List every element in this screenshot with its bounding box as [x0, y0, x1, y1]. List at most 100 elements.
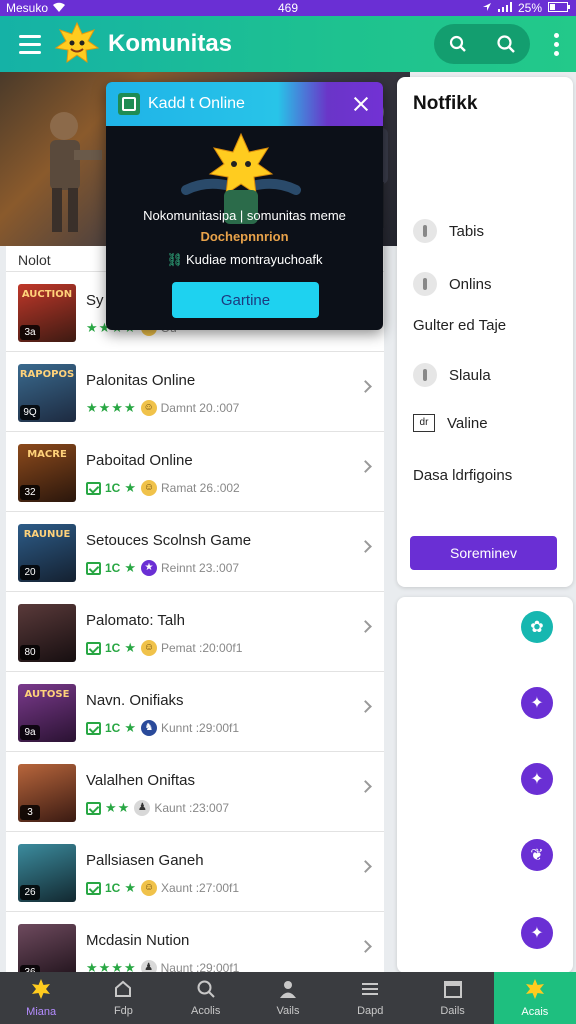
- game-title: Palonitas Online: [86, 372, 196, 389]
- game-thumbnail: AUTOSE 9a: [18, 684, 76, 742]
- emoji-icon: ☺: [140, 400, 157, 416]
- more-options-icon[interactable]: [542, 26, 570, 62]
- star-icon: ★: [124, 640, 137, 655]
- list-item[interactable]: 3 Valalhen Oniftas ★★ ♟ Kaunt :23:007: [6, 752, 384, 832]
- game-thumbnail: 80: [18, 604, 76, 662]
- check-icon: [86, 801, 101, 815]
- chevron-right-icon: [359, 700, 372, 713]
- rating-value: 1C: [105, 881, 121, 895]
- quick-action-icon[interactable]: ✦: [521, 917, 553, 949]
- game-meta-text: Damnt 20.:007: [160, 401, 240, 415]
- notif-item-label: Slaula: [449, 366, 491, 384]
- quick-action-icon[interactable]: ✦: [521, 763, 553, 795]
- star-icon: ★: [124, 480, 137, 495]
- player-count-badge: 3a: [20, 325, 40, 340]
- chevron-right-icon: [359, 540, 372, 553]
- nav-label: Acolis: [191, 1005, 221, 1017]
- game-meta-text: Pemat :20:00f1: [161, 641, 243, 655]
- chevron-right-icon: [359, 460, 372, 473]
- nav-item-acolis[interactable]: Acolis: [165, 972, 247, 1024]
- toggle-icon: [413, 219, 437, 243]
- list-item[interactable]: 80 Palomato: Talh 1C ★ ☺ Pemat :20:00f1: [6, 592, 384, 672]
- check-icon: [86, 641, 101, 655]
- list-item[interactable]: 36 Mcdasin Nution ★★★★♟Naunt :29:00f1: [6, 912, 384, 972]
- nav-item-dails[interactable]: Dails: [411, 972, 493, 1024]
- rating-value: 1C: [105, 721, 121, 735]
- game-title: Sy: [86, 292, 104, 309]
- toggle-icon: [413, 272, 437, 296]
- nav-item-vails[interactable]: Vails: [247, 972, 329, 1024]
- list-item[interactable]: RAPOPOS 9Q Palonitas Online ★★★★ ☺ Damnt 20.:…: [6, 352, 384, 432]
- nav-item-acais[interactable]: Acais: [493, 972, 576, 1024]
- star-icon: ★: [124, 880, 137, 895]
- quick-action-icon[interactable]: ✿: [521, 611, 553, 643]
- quick-action-icon[interactable]: ✦: [521, 687, 553, 719]
- modal-header: Kadd t Online: [106, 82, 383, 126]
- star-badge-icon: ★: [141, 560, 157, 576]
- game-meta-text: Kunnt :29:00f1: [161, 721, 240, 735]
- game-thumbnail: 26: [18, 844, 76, 902]
- quick-action-icon[interactable]: ❦: [521, 839, 553, 871]
- game-list: Nolot AUCTION3aSy★★★★☺OuRAPOPOS9QPalonit…: [6, 246, 384, 972]
- notif-item-valine[interactable]: dr Valine: [413, 414, 488, 432]
- chevron-right-icon: [359, 620, 372, 633]
- nav-label: Dails: [440, 1005, 465, 1017]
- emoji-icon: ☺: [141, 640, 157, 656]
- notif-item-slaula[interactable]: Slaula: [413, 363, 491, 387]
- game-thumbnail: AUCTION 3a: [18, 284, 76, 342]
- search-icon[interactable]: [441, 27, 475, 61]
- emoji-icon: ☺: [141, 480, 157, 496]
- toggle-icon: [413, 363, 437, 387]
- player-count-badge: 3: [20, 805, 40, 820]
- nav-label: Acais: [521, 1006, 549, 1018]
- notif-item-dasa[interactable]: Dasa ldrfigoins: [413, 467, 512, 484]
- chevron-right-icon: [359, 380, 372, 393]
- user-icon: ♟: [134, 800, 151, 816]
- quick-action-glyph: ✦: [530, 771, 544, 788]
- notif-item-onlins[interactable]: Onlins: [413, 272, 492, 296]
- nav-label: Dapd: [357, 1005, 384, 1017]
- list-item[interactable]: RAUNUE 20 Setouces Scolnsh Game 1C ★ ★ Reinnt …: [6, 512, 384, 592]
- notif-item-tabis[interactable]: Tabis: [413, 219, 484, 243]
- nav-item-dapd[interactable]: Dapd: [329, 972, 411, 1024]
- search-icon[interactable]: [489, 27, 523, 61]
- continue-button[interactable]: Gartine: [172, 282, 319, 318]
- game-meta: 1C ★ ☺ Pemat :20:00f1: [86, 640, 242, 656]
- quick-action-glyph: ✦: [530, 925, 544, 942]
- rating-value: 1C: [105, 641, 121, 655]
- nav-item-miana[interactable]: Miana: [0, 972, 82, 1024]
- hamburger-menu-icon[interactable]: [8, 22, 52, 66]
- close-icon[interactable]: [347, 90, 375, 118]
- game-thumbnail: 36: [18, 924, 76, 972]
- star-icon: ★: [124, 720, 137, 735]
- game-title: Paboitad Online: [86, 452, 193, 469]
- person-icon: [278, 979, 298, 1002]
- list-item[interactable]: MACRE 32 Paboitad Online 1C ★ ☺ Ramat 26.:002: [6, 432, 384, 512]
- quick-action-glyph: ❦: [530, 847, 544, 864]
- player-count-badge: 36: [20, 965, 40, 972]
- game-title: Setouces Scolnsh Game: [86, 532, 252, 549]
- list-item[interactable]: 26 Pallsiasen Ganeh 1C ★ ☺ Xaunt :27:00f1: [6, 832, 384, 912]
- check-icon: [86, 561, 101, 575]
- check-icon: [86, 881, 101, 895]
- app-window-icon: [118, 93, 140, 115]
- notification-title: Notfikk: [413, 93, 478, 114]
- game-thumbnail: 3: [18, 764, 76, 822]
- submit-button[interactable]: Soreminev: [410, 536, 557, 570]
- chevron-right-icon: [359, 940, 372, 953]
- mascot-icon: [524, 978, 546, 1003]
- calendar-icon: [443, 979, 463, 1002]
- modal-title: Kadd t Online: [148, 95, 245, 112]
- status-time: 469: [277, 1, 299, 15]
- quick-action-glyph: ✿: [530, 619, 544, 636]
- game-thumbnail: RAUNUE 20: [18, 524, 76, 582]
- list-item[interactable]: AUTOSE 9a Navn. Onifiaks 1C ★ ♞ Kunnt :29:00f1: [6, 672, 384, 752]
- game-thumbnail: RAPOPOS 9Q: [18, 364, 76, 422]
- online-modal: Kadd t Online Nokomunitasipa | somunitas…: [106, 82, 383, 330]
- notif-item-gulter[interactable]: Gulter ed Taje: [413, 317, 506, 334]
- bottom-navigation: Miana Fdp Acolis Vails Dapd Dails Acais: [0, 972, 576, 1024]
- game-meta: ★★ ♟ Kaunt :23:007: [86, 800, 229, 816]
- box-icon: dr: [413, 414, 435, 432]
- mascot-icon: [30, 978, 52, 1003]
- nav-item-fdp[interactable]: Fdp: [82, 972, 164, 1024]
